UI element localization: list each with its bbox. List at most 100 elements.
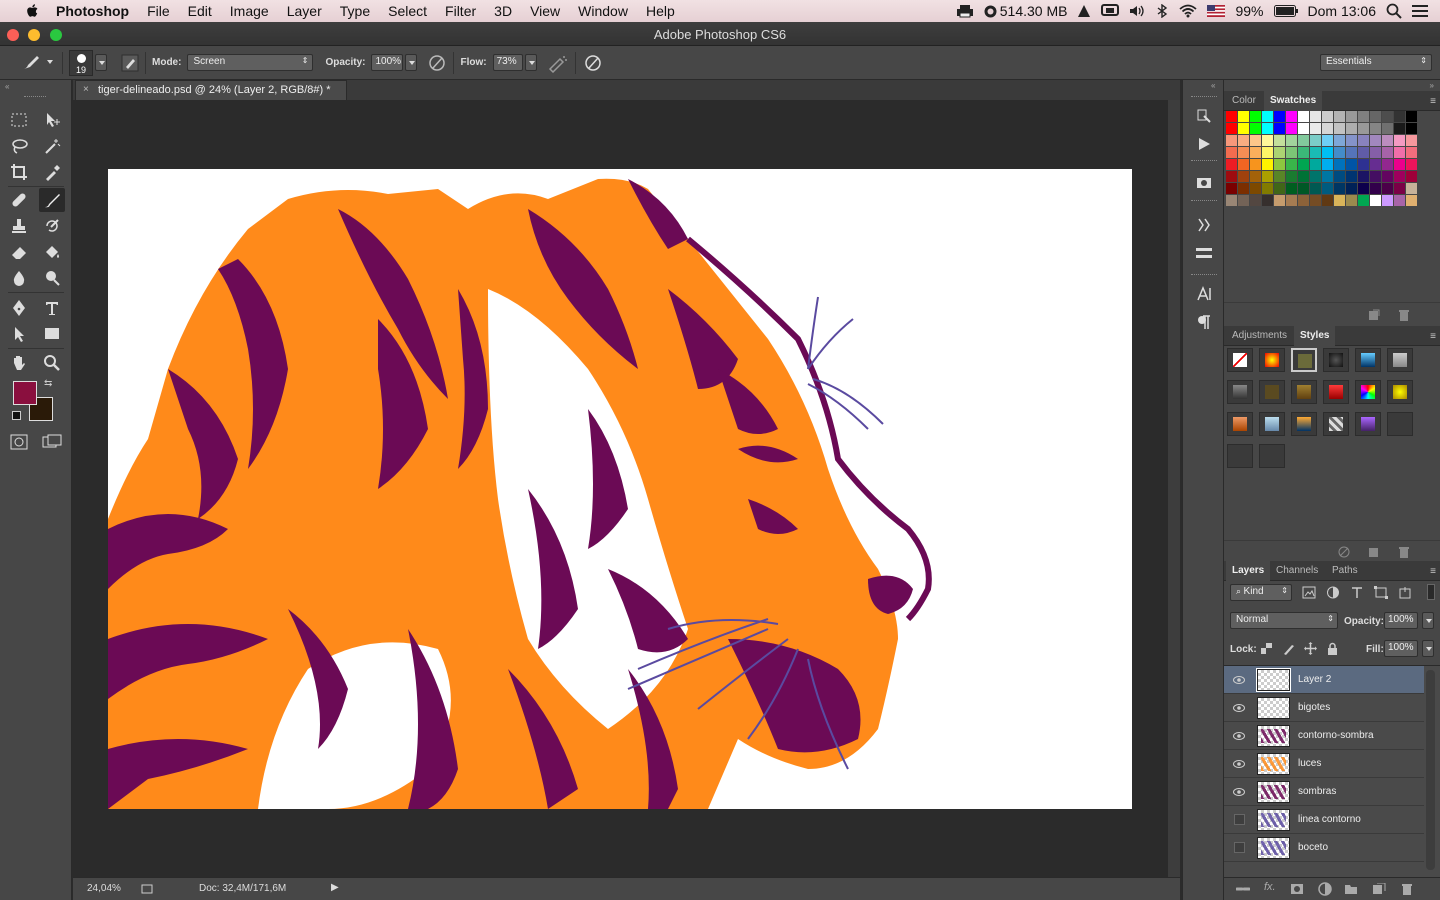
color-swatch[interactable] [1298,147,1309,158]
style-preset[interactable] [1387,380,1413,404]
type-tool[interactable] [39,296,65,320]
style-preset[interactable] [1355,380,1381,404]
color-swatch[interactable] [1406,183,1417,194]
notification-center-icon[interactable] [1412,4,1428,18]
tab-paths[interactable]: Paths [1326,561,1364,581]
color-swatch[interactable] [1382,111,1393,122]
color-swatch[interactable] [1286,159,1297,170]
layer-row[interactable]: boceto [1224,834,1424,862]
fill-input[interactable]: 100% [1384,640,1418,657]
crop-tool[interactable] [6,160,32,184]
apple-menu-icon[interactable] [22,4,42,18]
menu-select[interactable]: Select [379,3,436,19]
lock-transparent-icon[interactable] [1260,642,1273,655]
battery-icon[interactable] [1273,5,1298,17]
layer-row[interactable]: bigotes [1224,694,1424,722]
collapse-panels-icon[interactable]: » [1430,81,1434,90]
color-swatch[interactable] [1250,183,1261,194]
color-swatch[interactable] [1358,195,1369,206]
color-swatch[interactable] [1238,195,1249,206]
layer-style-fx-icon[interactable]: fx. [1264,881,1276,893]
color-swatch[interactable] [1286,123,1297,134]
color-swatch[interactable] [1238,183,1249,194]
app-menu-photoshop[interactable]: Photoshop [42,3,138,19]
color-swatch[interactable] [1238,147,1249,158]
color-swatch[interactable] [1298,171,1309,182]
color-swatch[interactable] [1358,171,1369,182]
color-swatch[interactable] [1334,195,1345,206]
layers-scrollbar[interactable] [1426,670,1435,870]
shape-tool[interactable] [39,322,65,346]
flow-input[interactable]: 73% [492,54,523,71]
color-swatch[interactable] [1322,171,1333,182]
color-swatch[interactable] [1262,135,1273,146]
color-swatch[interactable] [1262,147,1273,158]
spotlight-search-icon[interactable] [1386,3,1402,19]
color-swatch[interactable] [1286,111,1297,122]
expand-dock-icon[interactable]: « [1211,81,1215,90]
color-swatch[interactable] [1286,147,1297,158]
menu-help[interactable]: Help [637,3,684,19]
color-swatch[interactable] [1406,123,1417,134]
color-swatch[interactable] [1346,111,1357,122]
style-preset[interactable] [1355,348,1381,372]
swap-colors-icon[interactable]: ⇆ [44,378,52,389]
dock-grip[interactable] [1191,96,1217,97]
filter-pixel-icon[interactable] [1302,586,1316,599]
layer-row[interactable]: linea contorno [1224,806,1424,834]
color-swatch[interactable] [1334,147,1345,158]
style-preset[interactable] [1227,412,1253,436]
filter-type-icon[interactable] [1350,586,1364,599]
brush-tool[interactable] [39,188,65,212]
color-swatch[interactable] [1286,183,1297,194]
bluetooth-icon[interactable] [1155,4,1169,18]
color-swatch[interactable] [1394,135,1405,146]
color-swatch[interactable] [1262,159,1273,170]
clock[interactable]: Dom 13:06 [1308,3,1376,19]
color-swatch[interactable] [1394,159,1405,170]
color-swatch[interactable] [1382,159,1393,170]
color-swatch[interactable] [1250,195,1261,206]
color-swatch[interactable] [1274,147,1285,158]
printer-icon[interactable] [956,4,974,18]
color-swatch[interactable] [1226,195,1237,206]
paragraph-panel-button[interactable] [1191,310,1217,334]
color-swatch[interactable] [1334,111,1345,122]
color-swatch[interactable] [1310,147,1321,158]
lasso-tool[interactable] [6,134,32,158]
layer-row[interactable]: Layer 2 [1224,666,1424,694]
color-swatch[interactable] [1406,171,1417,182]
color-swatch[interactable] [1226,135,1237,146]
color-swatch[interactable] [1406,135,1417,146]
pen-tool[interactable] [6,296,32,320]
color-swatch[interactable] [1250,123,1261,134]
collapse-tools-icon[interactable]: « [5,82,9,91]
airbrush-icon[interactable] [547,53,569,73]
new-layer-icon[interactable] [1372,883,1386,895]
color-swatch[interactable] [1346,183,1357,194]
volume-icon[interactable] [1129,4,1145,18]
color-swatch[interactable] [1358,111,1369,122]
color-swatch[interactable] [1358,135,1369,146]
delete-layer-icon[interactable] [1400,882,1414,896]
layer-row[interactable]: contorno-sombra [1224,722,1424,750]
delete-swatch-icon[interactable] [1398,309,1410,321]
color-swatch[interactable] [1406,195,1417,206]
document-tab[interactable]: × tiger-delineado.psd @ 24% (Layer 2, RG… [75,80,347,100]
clear-style-icon[interactable] [1338,546,1350,558]
menu-image[interactable]: Image [221,3,278,19]
visibility-eye-icon[interactable] [1233,703,1245,713]
color-swatch[interactable] [1382,183,1393,194]
workspace-switcher[interactable]: Essentials ⇕ [1320,54,1432,71]
color-swatch[interactable] [1310,171,1321,182]
color-swatch[interactable] [1250,111,1261,122]
color-swatch[interactable] [1226,111,1237,122]
lock-image-pixels-icon[interactable] [1282,642,1295,655]
color-swatch[interactable] [1370,159,1381,170]
pressure-size-icon[interactable] [582,53,604,73]
history-panel-button[interactable] [1191,104,1217,128]
style-preset[interactable] [1259,412,1285,436]
panel-menu-icon[interactable]: ≡ [1430,566,1436,577]
delete-style-icon[interactable] [1398,546,1410,558]
menu-file[interactable]: File [138,3,179,19]
